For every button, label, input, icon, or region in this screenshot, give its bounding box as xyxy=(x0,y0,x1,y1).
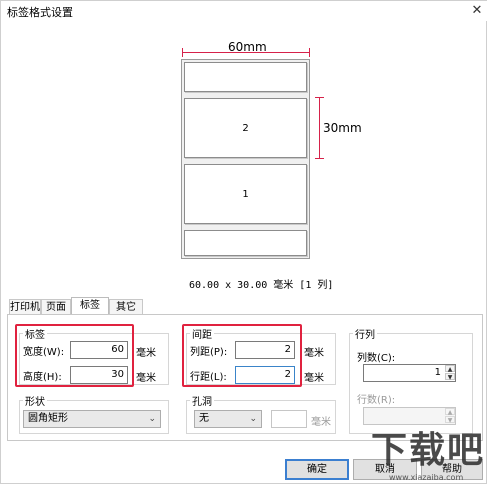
columns-count-label: 列数(C): xyxy=(357,353,396,364)
shape-group-title: 形状 xyxy=(23,393,47,408)
label-cell: 2 xyxy=(184,98,307,158)
stepper-up-icon: ▲ xyxy=(445,408,455,416)
height-dimension-label: 30mm xyxy=(323,121,362,135)
height-dimension-line xyxy=(319,97,320,159)
shape-select[interactable]: 圆角矩形 ⌄ xyxy=(23,410,161,428)
columns-count-stepper-arrows: ▲ ▼ xyxy=(443,364,456,382)
label-cell xyxy=(184,230,307,256)
stepper-down-icon[interactable]: ▼ xyxy=(445,373,455,381)
hole-select[interactable]: 无 ⌄ xyxy=(194,410,262,428)
chevron-down-icon: ⌄ xyxy=(249,414,257,424)
hole-size-field xyxy=(271,410,307,428)
chevron-down-icon: ⌄ xyxy=(148,414,156,424)
height-unit: 毫米 xyxy=(136,373,156,384)
stepper-up-icon[interactable]: ▲ xyxy=(445,365,455,373)
ok-button[interactable]: 确定 xyxy=(285,459,349,480)
hole-size-unit: 毫米 xyxy=(311,417,331,428)
title-bar: 标签格式设置 ✕ xyxy=(1,1,487,21)
watermark-url: www.xiazaiba.com xyxy=(389,473,464,482)
label-cell: 1 xyxy=(184,164,307,224)
hole-select-value: 无 xyxy=(199,413,209,424)
width-dimension-tick-left xyxy=(182,48,183,57)
label-size-highlight xyxy=(15,324,134,387)
label-cell xyxy=(184,62,307,92)
height-dimension-tick-top xyxy=(315,97,324,98)
label-sheet: 2 1 xyxy=(181,59,310,259)
rows-count-label: 行数(R): xyxy=(357,395,396,406)
width-dimension-label: 60mm xyxy=(228,40,267,54)
height-dimension-tick-bottom xyxy=(315,158,324,159)
watermark-logo: 下载吧 xyxy=(371,430,486,471)
shape-select-value: 圆角矩形 xyxy=(28,413,68,424)
column-spacing-unit: 毫米 xyxy=(304,348,324,359)
close-icon[interactable]: ✕ xyxy=(467,1,487,21)
label-number: 2 xyxy=(242,123,249,134)
row-spacing-unit: 毫米 xyxy=(304,373,324,384)
label-number: 1 xyxy=(242,189,249,200)
width-unit: 毫米 xyxy=(136,348,156,359)
label-format-dialog: 标签格式设置 ✕ 60mm 30mm 2 1 60.00 x 30.00 毫米 … xyxy=(0,0,487,484)
label-size-summary: 60.00 x 30.00 毫米 [1 列] xyxy=(189,280,334,291)
rows-columns-group-title: 行列 xyxy=(353,326,377,341)
hole-group-title: 孔洞 xyxy=(190,393,214,408)
width-dimension-tick-right xyxy=(309,48,310,57)
spacing-highlight xyxy=(182,324,302,387)
window-title: 标签格式设置 xyxy=(7,6,73,19)
